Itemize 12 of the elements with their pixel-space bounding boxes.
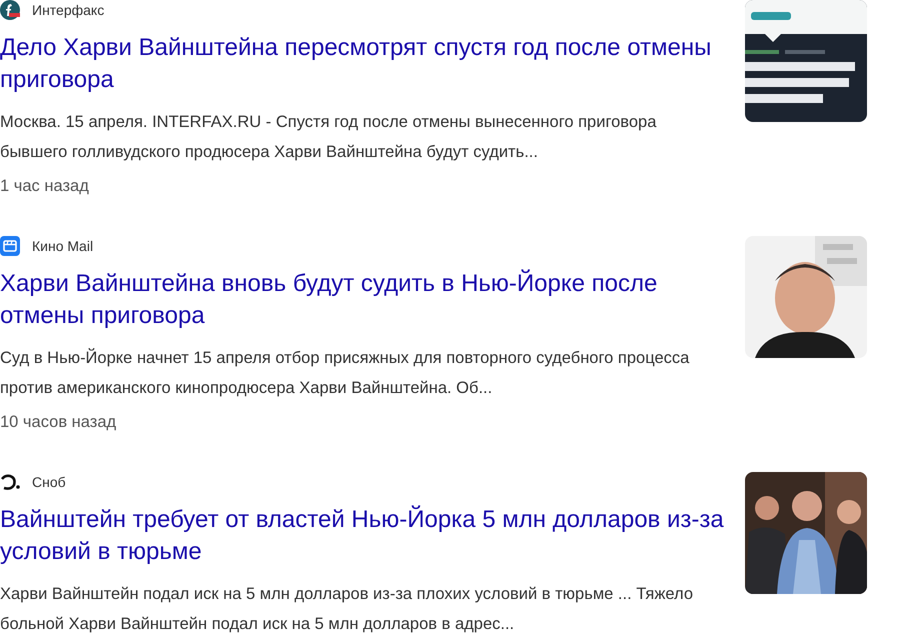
snippet: Москва. 15 апреля. INTERFAX.RU - Спустя год после отмены вынесенного приговора бывшего голливудского продюсера Харви Вайнштейна будут судить... xyxy=(0,112,658,163)
headline-link[interactable]: Дело Харви Вайнштейна пересмотрят спустя год после отмены приговора xyxy=(0,32,725,96)
source-name[interactable]: Сноб xyxy=(32,474,66,490)
timestamp: 1 час назад xyxy=(0,176,90,197)
source-name[interactable]: Интерфакс xyxy=(32,2,104,18)
timestamp: 10 часов назад xyxy=(0,412,118,433)
headline-link[interactable]: Вайнштейн требует от властей Нью-Йорка 5 млн долларов из-за условий в тюрьме xyxy=(0,504,725,568)
source-name[interactable]: Кино Mail xyxy=(32,238,94,254)
snippet: Харви Вайнштейн подал иск на 5 млн долларов из-за плохих условий в тюрьме ... Тяжело больной Харви Вайнштейн подал иск на 5 млн долларов в адрес... xyxy=(0,584,694,635)
logo-icon xyxy=(0,472,20,492)
snippet: Суд в Нью-Йорке начнет 15 апреля отбор присяжных для повторного судебного процесса против американского кинопродюсера Харви Вайнштейна. Об... xyxy=(0,347,690,399)
headline-link[interactable]: Харви Вайнштейна вновь будут судить в Нью-Йорке после отмены приговора xyxy=(0,268,725,332)
